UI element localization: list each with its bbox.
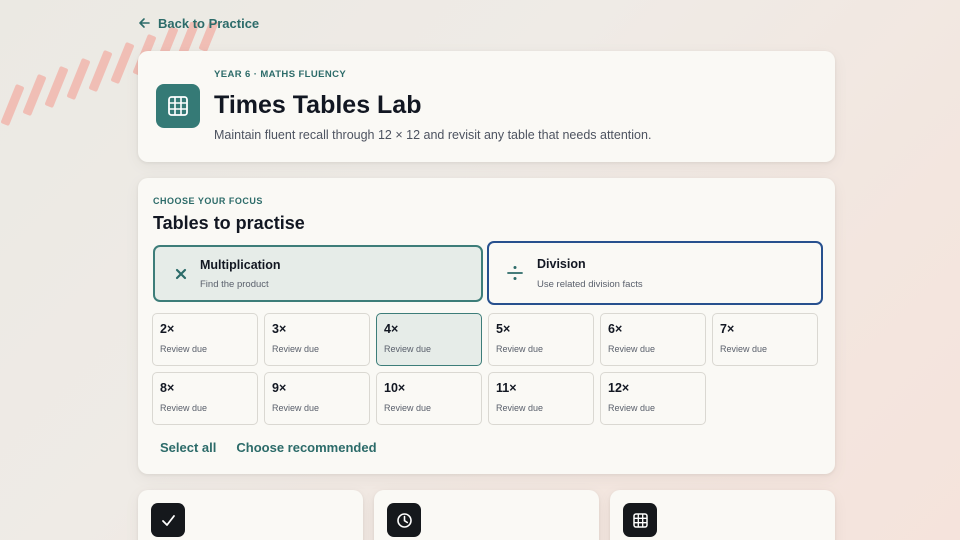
table-status: Review due: [384, 403, 432, 413]
table-tile-11[interactable]: 11× Review due: [488, 372, 594, 425]
mode-label: Division: [537, 257, 586, 271]
table-status: Review due: [272, 344, 320, 354]
table-status: Review due: [608, 403, 656, 413]
clock-icon: [387, 503, 421, 537]
mode-sub: Use related division facts: [537, 279, 643, 290]
mode-multiplication[interactable]: Multiplication Find the product: [153, 245, 483, 302]
table-tile-10[interactable]: 10× Review due: [376, 372, 482, 425]
table-status: Review due: [608, 344, 656, 354]
back-to-practice-link[interactable]: Back to Practice: [138, 14, 259, 32]
grid-icon: [156, 84, 200, 128]
table-label: 10×: [384, 381, 406, 395]
table-tile-5[interactable]: 5× Review due: [488, 313, 594, 366]
table-label: 12×: [608, 381, 630, 395]
table-label: 3×: [272, 322, 287, 336]
table-label: 5×: [496, 322, 511, 336]
table-tile-6[interactable]: 6× Review due: [600, 313, 706, 366]
check-icon: [151, 503, 185, 537]
hero-eyebrow: YEAR 6 · MATHS FLUENCY: [214, 69, 347, 80]
mode-division[interactable]: Division Use related division facts: [487, 241, 823, 305]
table-tile-12[interactable]: 12× Review due: [600, 372, 706, 425]
table-tile-9[interactable]: 9× Review due: [264, 372, 370, 425]
choose-recommended-button[interactable]: Choose recommended: [236, 440, 376, 455]
focus-card: CHOOSE YOUR FOCUS Tables to practise Mul…: [138, 178, 835, 474]
table-label: 9×: [272, 381, 287, 395]
table-status: Review due: [384, 344, 432, 354]
table-status: Review due: [272, 403, 320, 413]
table-label: 7×: [720, 322, 735, 336]
select-all-button[interactable]: Select all: [160, 440, 216, 455]
table-tile-2[interactable]: 2× Review due: [152, 313, 258, 366]
table-status: Review due: [720, 344, 768, 354]
table-status: Review due: [160, 403, 208, 413]
table-status: Review due: [496, 344, 544, 354]
table-status: Review due: [160, 344, 208, 354]
multiply-icon: [171, 264, 191, 284]
bottom-card-clock[interactable]: [374, 490, 599, 540]
hero-card: YEAR 6 · MATHS FLUENCY Times Tables Lab …: [138, 51, 835, 162]
table-label: 11×: [496, 381, 517, 395]
table-status: Review due: [496, 403, 544, 413]
page-subtitle: Maintain fluent recall through 12 × 12 a…: [214, 128, 652, 142]
table-tile-3[interactable]: 3× Review due: [264, 313, 370, 366]
page-title: Times Tables Lab: [214, 91, 422, 119]
back-label: Back to Practice: [158, 15, 260, 31]
table-label: 2×: [160, 322, 175, 336]
focus-heading: Tables to practise: [153, 213, 305, 233]
arrow-left-icon: [139, 18, 150, 28]
table-tile-8[interactable]: 8× Review due: [152, 372, 258, 425]
divide-icon: [505, 263, 525, 283]
table-tile-4[interactable]: 4× Review due: [376, 313, 482, 366]
bottom-card-check[interactable]: [138, 490, 363, 540]
focus-eyebrow: CHOOSE YOUR FOCUS: [153, 196, 263, 206]
selection-links: Select all Choose recommended: [160, 440, 377, 455]
table-label: 8×: [160, 381, 175, 395]
bottom-card-grid[interactable]: [610, 490, 835, 540]
mode-label: Multiplication: [200, 258, 281, 272]
mode-sub: Find the product: [200, 279, 269, 290]
table-tile-7[interactable]: 7× Review due: [712, 313, 818, 366]
table-label: 4×: [384, 322, 399, 336]
grid-icon: [623, 503, 657, 537]
table-label: 6×: [608, 322, 623, 336]
